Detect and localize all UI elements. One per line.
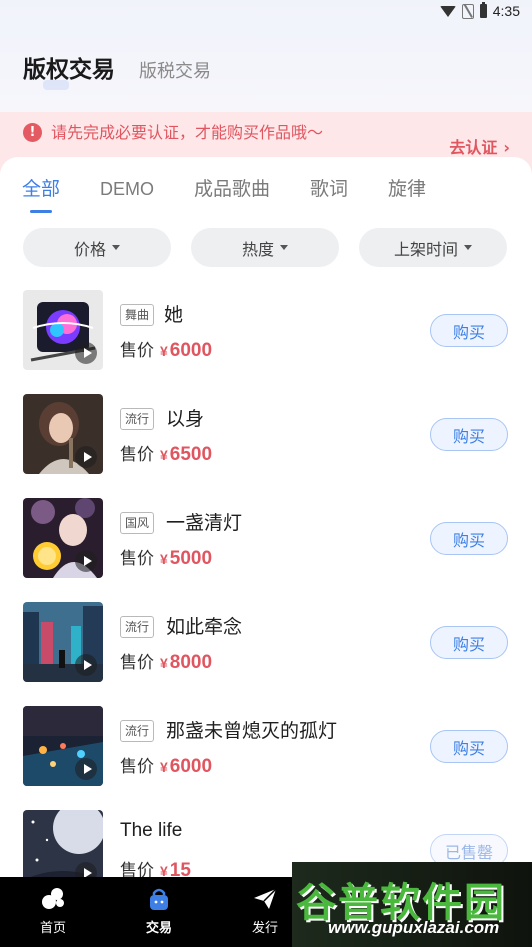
tab-home-label: 首页 — [39, 921, 66, 936]
tab-trade-label: 交易 — [145, 921, 172, 936]
buy-button[interactable]: 购买 — [430, 626, 508, 659]
filter-price[interactable]: 价格 — [23, 228, 171, 267]
list-item[interactable]: 流行 以身 售价 ¥6500 购买 — [0, 394, 532, 474]
list-item[interactable]: 舞曲 她 售价 ¥6000 购买 — [0, 290, 532, 370]
buy-button[interactable]: 购买 — [430, 522, 508, 555]
category-tab-all[interactable]: 全部 — [22, 176, 60, 213]
tab-trade[interactable]: 交易 — [106, 877, 212, 947]
genre-tag: 流行 — [120, 720, 155, 742]
category-tabs: 全部 DEMO 成品歌曲 歌词 旋律 — [22, 176, 466, 213]
price-row: 售价 ¥6000 — [120, 336, 212, 362]
caret-down-icon — [112, 245, 120, 250]
price-label: 售价 — [120, 445, 154, 465]
tab-copyright-trade[interactable]: 版权交易 — [23, 50, 115, 90]
play-icon[interactable] — [75, 758, 97, 780]
cover-image — [23, 394, 103, 474]
play-icon[interactable] — [75, 654, 97, 676]
price-value: ¥6500 — [160, 444, 213, 465]
category-tab-demo[interactable]: DEMO — [100, 176, 154, 202]
header-tabs: 版权交易 版税交易 — [23, 50, 211, 90]
song-title: 如此牵念 — [166, 616, 243, 638]
list-item[interactable]: 流行 那盏未曾熄灭的孤灯 售价 ¥6000 购买 — [0, 706, 532, 786]
category-tab-lyrics[interactable]: 歌词 — [310, 176, 348, 202]
price-value: ¥5000 — [160, 548, 213, 569]
tab-royalty-trade[interactable]: 版税交易 — [139, 57, 211, 83]
filter-popularity[interactable]: 热度 — [191, 228, 339, 267]
cover-image — [23, 290, 103, 370]
no-sim-icon — [461, 3, 474, 19]
genre-tag: 流行 — [120, 616, 155, 638]
song-title: 一盏清灯 — [166, 512, 243, 534]
song-title: 那盏未曾熄灭的孤灯 — [166, 720, 338, 742]
price-row: 售价 ¥8000 — [120, 648, 212, 674]
filter-popularity-label: 热度 — [241, 239, 274, 259]
buy-button[interactable]: 购买 — [430, 730, 508, 763]
caret-down-icon — [280, 245, 288, 250]
list-item[interactable]: 流行 如此牵念 售价 ¥8000 购买 — [0, 602, 532, 682]
verify-link-label: 去认证 — [449, 137, 498, 157]
filter-bar: 价格 热度 上架时间 — [23, 228, 507, 267]
bag-icon — [150, 888, 168, 910]
genre-tag: 舞曲 — [120, 304, 155, 326]
buy-button[interactable]: 购买 — [430, 314, 508, 347]
tab-publish-label: 发行 — [251, 921, 278, 936]
category-tab-songs[interactable]: 成品歌曲 — [194, 176, 270, 202]
price-label: 售价 — [120, 341, 154, 361]
home-icon — [42, 888, 64, 909]
cover-image — [23, 498, 103, 578]
genre-tag: 流行 — [120, 408, 155, 430]
price-value: ¥8000 — [160, 652, 213, 673]
chevron-right-icon: › — [503, 137, 510, 157]
notice-message: 请先完成必要认证，才能购买作品哦～ — [51, 123, 324, 142]
price-label: 售价 — [120, 757, 154, 777]
price-label: 售价 — [120, 549, 154, 569]
cover-image — [23, 706, 103, 786]
filter-listing-time[interactable]: 上架时间 — [359, 228, 507, 267]
filter-listing-time-label: 上架时间 — [393, 239, 458, 259]
buy-button[interactable]: 购买 — [430, 418, 508, 451]
song-title: 她 — [164, 304, 184, 326]
price-value: ¥6000 — [160, 756, 213, 777]
play-icon[interactable] — [75, 446, 97, 468]
status-time: 4:35 — [492, 3, 520, 19]
caret-down-icon — [464, 245, 472, 250]
watermark-logo: 谷普软件园 www.gupuxlazai.com — [292, 862, 532, 947]
status-bar: 4:35 — [0, 0, 532, 24]
price-row: 售价 ¥5000 — [120, 544, 212, 570]
list-item[interactable]: 国风 一盏清灯 售价 ¥5000 购买 — [0, 498, 532, 578]
song-title: The life — [120, 820, 183, 841]
price-row: 售价 ¥6500 — [120, 440, 212, 466]
battery-icon — [479, 2, 487, 18]
wifi-icon — [439, 5, 456, 17]
watermark-url: www.gupuxlazai.com — [328, 918, 500, 937]
price-label: 售价 — [120, 653, 154, 673]
price-value: ¥6000 — [160, 340, 213, 361]
genre-tag: 国风 — [120, 512, 155, 534]
play-icon[interactable] — [75, 342, 97, 364]
price-row: 售价 ¥6000 — [120, 752, 212, 778]
play-icon[interactable] — [75, 550, 97, 572]
filter-price-label: 价格 — [73, 239, 106, 259]
song-title: 以身 — [166, 408, 205, 430]
warning-icon: ! — [23, 123, 42, 142]
tab-home[interactable]: 首页 — [0, 877, 106, 947]
paper-plane-icon — [254, 888, 277, 909]
cover-image — [23, 602, 103, 682]
category-tab-melody[interactable]: 旋律 — [388, 176, 426, 202]
